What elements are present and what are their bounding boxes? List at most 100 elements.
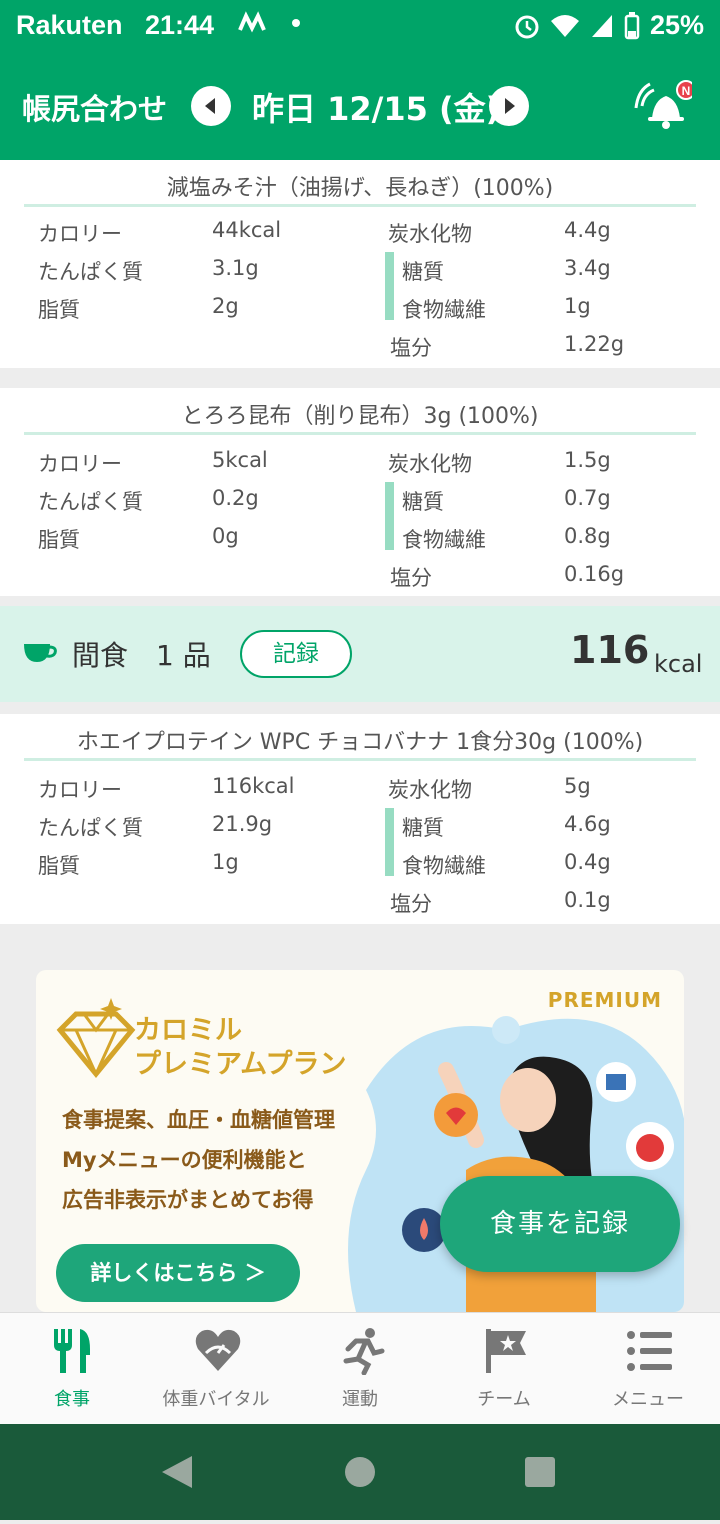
nav-label: 運動	[342, 1389, 378, 1410]
bell-icon: N	[634, 80, 696, 129]
protein-label: たんぱく質	[38, 490, 143, 514]
running-icon	[343, 1328, 385, 1375]
salt-label: 塩分	[390, 336, 432, 360]
details-button[interactable]: 詳しくはこちら ＞	[56, 1244, 300, 1302]
protein-label: たんぱく質	[38, 260, 143, 284]
food-name: ホエイプロテイン WPC チョコバナナ 1食分30g (100%)	[24, 724, 696, 761]
fiber-label: 食物繊維	[402, 854, 486, 878]
fiber-label: 食物繊維	[402, 298, 486, 322]
kcal-unit: kcal	[654, 650, 703, 678]
fiber-value: 0.8g	[564, 524, 611, 548]
carbs-breakdown-bar	[385, 252, 394, 320]
food-item-card[interactable]: とろろ昆布（削り昆布）3g (100%) カロリー 5kcal たんぱく質 0.…	[0, 388, 720, 596]
sugar-value: 4.6g	[564, 812, 611, 836]
system-nav-buttons	[162, 1456, 555, 1488]
sugar-label: 糖質	[402, 260, 444, 284]
home-icon[interactable]	[345, 1457, 375, 1487]
carrier-name: Rakuten	[16, 10, 123, 40]
nav-item-weight-vitals[interactable]: 体重バイタル	[144, 1313, 288, 1425]
nav-label: メニュー	[612, 1389, 684, 1410]
calories-value: 116kcal	[212, 774, 295, 798]
protein-value: 3.1g	[212, 256, 259, 280]
notification-badge: N	[682, 84, 691, 98]
protein-value: 0.2g	[212, 486, 259, 510]
food-name: とろろ昆布（削り昆布）3g (100%)	[24, 398, 696, 435]
record-meal-fab[interactable]: 食事を記録	[440, 1176, 680, 1272]
sugar-value: 3.4g	[564, 256, 611, 280]
fat-value: 1g	[212, 850, 239, 874]
status-bar: Rakuten 21:44 25%	[0, 0, 720, 52]
plan-description: 食事提案、血圧・血糖値管理 Myメニューの便利機能と 広告非表示がまとめてお得	[62, 1108, 335, 1212]
carbs-breakdown-bar	[385, 808, 394, 876]
heart-scale-icon	[195, 1329, 241, 1371]
plan-name: カロミル プレミアムプラン	[134, 1015, 347, 1080]
calories-value: 44kcal	[212, 218, 282, 242]
fat-label: 脂質	[38, 854, 80, 878]
calories-label: カロリー	[38, 222, 122, 246]
chevron-left-icon	[205, 98, 215, 114]
snack-kcal-total: 116	[570, 628, 650, 672]
carbs-value: 4.4g	[564, 218, 611, 242]
current-date: 昨日 12/15 (金)	[252, 90, 501, 128]
protein-label: たんぱく質	[38, 816, 143, 840]
carbs-value: 1.5g	[564, 448, 611, 472]
food-item-card[interactable]: ホエイプロテイン WPC チョコバナナ 1食分30g (100%) カロリー 1…	[0, 714, 720, 924]
teacup-icon	[24, 644, 57, 662]
carbs-label: 炭水化物	[388, 452, 472, 476]
battery-icon	[624, 11, 640, 39]
app-header: 帳尻合わせ 昨日 12/15 (金) N	[0, 52, 720, 160]
fat-value: 2g	[212, 294, 239, 318]
alarm-icon	[515, 15, 539, 38]
nav-item-team[interactable]: チーム	[432, 1313, 576, 1425]
fork-knife-icon	[54, 1329, 90, 1373]
bottom-navigation: 食事 体重バイタル 運動 チーム メニュー	[0, 1312, 720, 1425]
meal-type-label: 間食	[72, 639, 129, 672]
carbs-label: 炭水化物	[388, 778, 472, 802]
battery-level: 25%	[649, 10, 704, 40]
record-snack-button[interactable]: 記録	[240, 630, 352, 678]
recents-icon[interactable]	[525, 1457, 555, 1487]
sugar-value: 0.7g	[564, 486, 611, 510]
premium-badge: PREMIUM	[547, 988, 662, 1012]
nav-label: 食事	[54, 1389, 90, 1410]
carbs-value: 5g	[564, 774, 591, 798]
status-time: 21:44	[145, 10, 215, 40]
nav-item-menu[interactable]: メニュー	[576, 1313, 720, 1425]
fat-label: 脂質	[38, 298, 80, 322]
notifications-button[interactable]: N	[632, 80, 696, 130]
salt-value: 1.22g	[564, 332, 625, 356]
nav-item-exercise[interactable]: 運動	[288, 1313, 432, 1425]
sugar-label: 糖質	[402, 816, 444, 840]
prev-day-button[interactable]	[191, 86, 231, 126]
wifi-icon	[550, 14, 579, 37]
signal-icon	[591, 14, 612, 37]
nav-item-meals[interactable]: 食事	[0, 1313, 144, 1425]
calories-label: カロリー	[38, 452, 122, 476]
salt-label: 塩分	[390, 566, 432, 590]
sugar-label: 糖質	[402, 490, 444, 514]
salt-value: 0.1g	[564, 888, 611, 912]
protein-value: 21.9g	[212, 812, 273, 836]
fiber-value: 1g	[564, 294, 591, 318]
back-icon[interactable]	[162, 1456, 192, 1488]
food-item-card[interactable]: 減塩みそ汁（油揚げ、長ねぎ）(100%) カロリー 44kcal たんぱく質 3…	[0, 160, 720, 368]
snack-section-header: 間食 1 品 記録 116 kcal	[0, 606, 720, 702]
notification-icons	[236, 8, 306, 45]
fiber-value: 0.4g	[564, 850, 611, 874]
system-navigation-bar	[0, 1424, 720, 1520]
salt-value: 0.16g	[564, 562, 625, 586]
item-count: 1 品	[156, 639, 211, 672]
calories-value: 5kcal	[212, 448, 268, 472]
calories-label: カロリー	[38, 778, 122, 802]
chevron-right-icon	[505, 98, 515, 114]
carbs-label: 炭水化物	[388, 222, 472, 246]
fiber-label: 食物繊維	[402, 528, 486, 552]
app-notification-icon	[238, 11, 300, 33]
flag-star-icon	[486, 1329, 526, 1373]
fat-label: 脂質	[38, 528, 80, 552]
salt-label: 塩分	[390, 892, 432, 916]
next-day-button[interactable]	[489, 86, 529, 126]
list-menu-icon	[627, 1331, 672, 1371]
fat-value: 0g	[212, 524, 239, 548]
food-name: 減塩みそ汁（油揚げ、長ねぎ）(100%)	[24, 170, 696, 207]
